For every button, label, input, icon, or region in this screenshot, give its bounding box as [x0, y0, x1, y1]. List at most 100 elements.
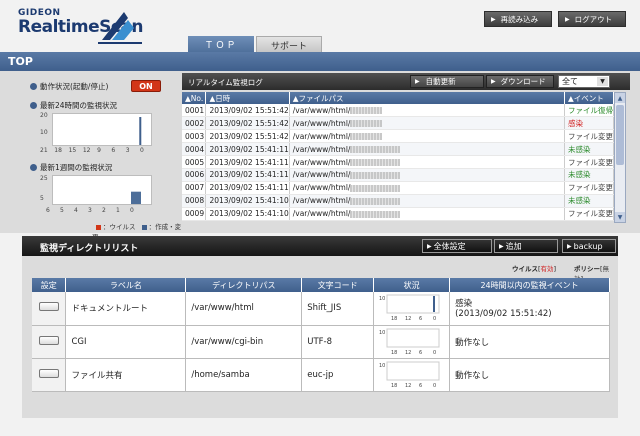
- col-time[interactable]: ▲日時: [205, 92, 290, 104]
- dir-label: ファイル共有: [65, 358, 187, 392]
- log-path-text: /var/www/html/: [292, 196, 351, 206]
- play-icon: ▶: [491, 15, 496, 23]
- scroll-down-icon[interactable]: ▼: [615, 212, 625, 222]
- reload-button[interactable]: ▶ 再読み込み: [484, 11, 552, 27]
- directory-list-panel: 監視ディレクトリリスト ▶ 全体設定 ▶ 追加 ▶ backup ウイルス[有効] ポ…: [22, 236, 618, 418]
- lastweek-chart: [52, 175, 152, 205]
- sparkline-bg: [386, 328, 440, 347]
- auto-refresh-label: 自動更新: [425, 77, 456, 86]
- auto-refresh-button[interactable]: ▶ 自動更新: [410, 75, 484, 88]
- log-row[interactable]: 0001 2013/09/02 15:51:42/var/www/html/ファイ…: [182, 104, 615, 118]
- tab-top[interactable]: ＴＯＰ: [188, 36, 254, 53]
- settings-toggle-icon[interactable]: [38, 302, 59, 312]
- col-event[interactable]: ▲イベント: [564, 92, 615, 104]
- virus-value[interactable]: 有効: [541, 265, 554, 273]
- chart-xtick: 6: [111, 147, 116, 154]
- virus-label: ウイルス: [512, 265, 538, 273]
- dir-encoding: Shift_JIS: [301, 292, 375, 326]
- dir-title: 監視ディレクトリリスト: [40, 244, 139, 254]
- dir-encoding: euc-jp: [301, 358, 375, 392]
- chart-xtick: 4: [74, 207, 78, 214]
- download-button[interactable]: ▶ ダウンロード: [486, 75, 554, 88]
- chart-xtick: 2: [102, 207, 106, 214]
- sparkline-xtick: 6: [419, 316, 422, 322]
- log-path: /var/www/html/: [289, 168, 565, 182]
- log-no: 0004: [182, 142, 207, 157]
- dir-encoding: UTF-8: [301, 325, 375, 359]
- settings-toggle-icon[interactable]: [38, 335, 59, 345]
- dir-toolbar: 監視ディレクトリリスト ▶ 全体設定 ▶ 追加 ▶ backup: [22, 236, 618, 256]
- legend-virus-swatch: [96, 224, 101, 230]
- log-row[interactable]: 0002 2013/09/02 15:51:42/var/www/html/感染: [182, 116, 615, 131]
- backup-button[interactable]: ▶ backup: [562, 239, 616, 253]
- status-panel: 動作状況(起動/停止) ON 最新24時間の監視状況 20 10 21 18 15 1…: [0, 71, 182, 241]
- log-time: 2013/09/02 15:51:42: [205, 116, 290, 131]
- directory-row[interactable]: CGI/var/www/cgi-bin UTF-8 10 18 12 6 0 動作なし: [32, 325, 610, 359]
- redacted-path: [350, 184, 401, 192]
- log-row[interactable]: 0009 2013/09/02 15:41:10/var/www/html/ファイ…: [182, 207, 615, 221]
- log-path-text: /var/www/html/: [292, 209, 351, 219]
- log-path: /var/www/html/: [289, 155, 565, 169]
- play-icon: ▶: [565, 15, 570, 23]
- directory-row[interactable]: ファイル共有/home/samba euc-jp 10 18 12 6 0 動作なし: [32, 358, 610, 392]
- last24-ytick: 10: [40, 129, 48, 136]
- log-path-text: /var/www/html/: [292, 131, 351, 141]
- settings-toggle-icon[interactable]: [38, 368, 59, 378]
- log-path: /var/www/html/: [289, 104, 565, 118]
- col-no[interactable]: ▲No.: [182, 92, 207, 104]
- log-no: 0003: [182, 129, 207, 144]
- redacted-path: [350, 171, 401, 179]
- log-row[interactable]: 0008 2013/09/02 15:41:10/var/www/html/未感染: [182, 194, 615, 208]
- log-no: 0001: [182, 104, 207, 118]
- scroll-up-icon[interactable]: ▲: [615, 93, 625, 103]
- realtime-log-panel: リアルタイム監視ログ ▶ 自動更新 ▶ ダウンロード 全て ▼ ▲No. ▲日時 ▲…: [182, 71, 640, 233]
- sparkline-xtick: 12: [405, 316, 411, 322]
- log-event: ファイル変更: [564, 181, 615, 195]
- sparkline-bg: [386, 294, 440, 314]
- setting-cell[interactable]: [32, 358, 67, 392]
- chart-xtick: 18: [54, 147, 62, 154]
- last24-section: 最新24時間の監視状況: [30, 100, 117, 111]
- on-toggle-button[interactable]: ON: [131, 80, 161, 92]
- sparkline-xtick: 18: [391, 383, 397, 389]
- chart-xtick: 5: [60, 207, 64, 214]
- add-directory-button[interactable]: ▶ 追加: [494, 239, 558, 253]
- global-settings-button[interactable]: ▶ 全体設定: [422, 239, 492, 253]
- event-filter-select[interactable]: 全て ▼: [558, 75, 610, 88]
- log-event: 未感染: [564, 168, 615, 182]
- directory-row[interactable]: ドキュメントルート/var/www/html Shift_JIS 10 18 12 6 0 感…: [32, 292, 610, 326]
- app-header: GIDEON RealtimeScan ▶ 再読み込み ▶ ログアウト ＴＯＰ サポ…: [0, 0, 640, 53]
- sparkline-ytick: 10: [379, 363, 385, 369]
- log-event: ファイル変更: [564, 207, 615, 221]
- setting-cell[interactable]: [32, 325, 67, 359]
- log-row[interactable]: 0005 2013/09/02 15:41:11/var/www/html/ファイ…: [182, 155, 615, 169]
- log-row[interactable]: 0006 2013/09/02 15:41:11/var/www/html/未感染: [182, 168, 615, 182]
- bullet-icon: [30, 83, 37, 90]
- setting-cell[interactable]: [32, 292, 67, 326]
- col-path[interactable]: ▲ファイルパス: [289, 92, 565, 104]
- log-scrollbar[interactable]: ▲ ▼: [614, 92, 626, 223]
- log-event: 未感染: [564, 142, 615, 157]
- dir-event-text: 動作なし: [455, 370, 490, 381]
- dir-path: /var/www/cgi-bin: [185, 325, 303, 359]
- col-encoding: 文字コード: [301, 278, 375, 292]
- last24-ytick: 20: [40, 112, 48, 119]
- lastweek-ytick: 5: [40, 195, 44, 202]
- sparkline-xtick: 0: [433, 316, 436, 322]
- sparkline-ytick: 10: [379, 330, 385, 336]
- logout-button[interactable]: ▶ ログアウト: [558, 11, 626, 27]
- scroll-thumb[interactable]: [616, 105, 624, 165]
- col-dirpath: ディレクトリパス: [185, 278, 303, 292]
- chart-xtick: 3: [125, 147, 130, 154]
- log-row[interactable]: 0007 2013/09/02 15:41:11/var/www/html/ファイ…: [182, 181, 615, 195]
- log-row[interactable]: 0003 2013/09/02 15:51:42/var/www/html/ファイ…: [182, 129, 615, 144]
- last24-chart-svg: [139, 117, 142, 145]
- chart-xtick: 9: [97, 147, 101, 154]
- redacted-path: [350, 146, 401, 154]
- log-time: 2013/09/02 15:41:11: [205, 155, 290, 169]
- log-path-text: /var/www/html/: [292, 144, 351, 154]
- tab-support[interactable]: サポート: [256, 36, 322, 53]
- sparkline-ytick: 10: [379, 296, 385, 302]
- log-row[interactable]: 0004 2013/09/02 15:41:11/var/www/html/未感染: [182, 142, 615, 157]
- chart-xtick: 0: [140, 147, 144, 154]
